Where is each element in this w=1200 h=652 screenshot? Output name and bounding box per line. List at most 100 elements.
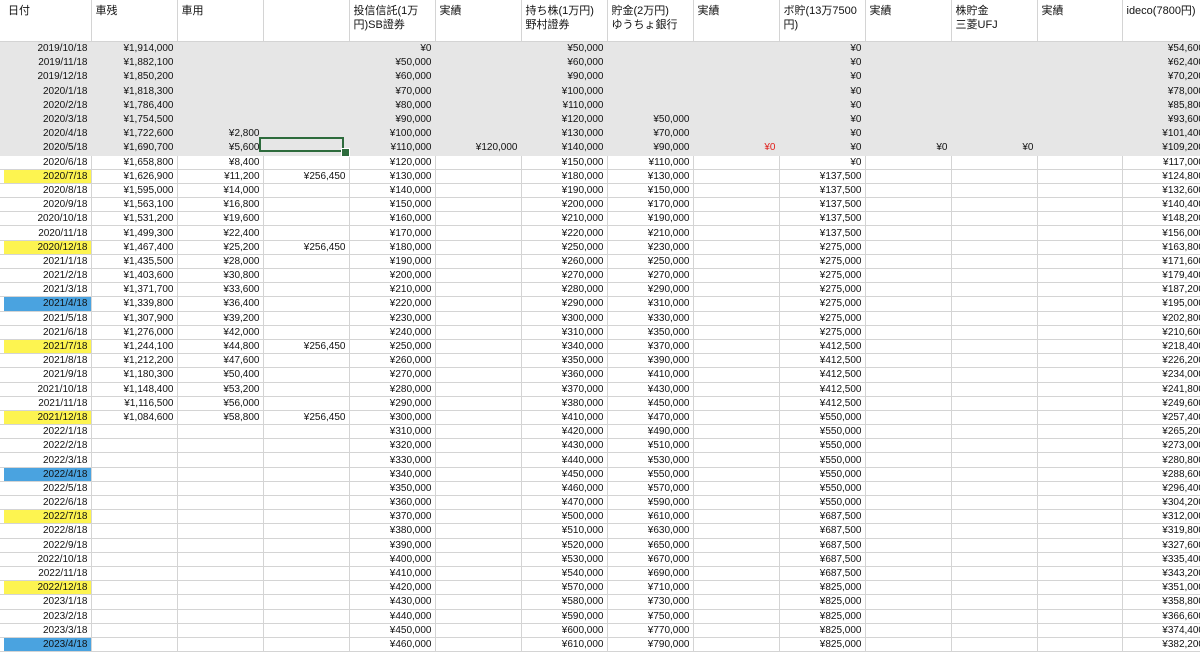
cell-date[interactable]: 2021/10/18: [4, 382, 92, 397]
cell-car-balance[interactable]: ¥1,084,600: [91, 410, 178, 426]
cell-savings-actual[interactable]: [693, 69, 780, 85]
cell-extra[interactable]: [263, 438, 350, 454]
cell-kabu[interactable]: [951, 538, 1038, 553]
cell-savings[interactable]: ¥350,000: [607, 325, 694, 340]
cell-ideco[interactable]: ¥124,800: [1122, 169, 1200, 184]
cell-bonus-actual[interactable]: [865, 268, 952, 284]
cell-trust-actual[interactable]: [435, 594, 522, 610]
cell-savings[interactable]: ¥150,000: [607, 183, 694, 199]
cell-trust-actual[interactable]: [435, 367, 522, 383]
cell-savings[interactable]: ¥310,000: [607, 296, 694, 312]
cell-ideco[interactable]: ¥241,800: [1122, 382, 1200, 397]
cell-trust-actual[interactable]: [435, 495, 522, 511]
cell-kabu-actual[interactable]: [1037, 637, 1123, 652]
cell-extra[interactable]: [263, 580, 350, 596]
cell-car-use[interactable]: ¥44,800: [177, 339, 264, 355]
cell-date[interactable]: 2022/9/18: [4, 538, 92, 553]
cell-savings-actual[interactable]: [693, 240, 780, 255]
cell-extra[interactable]: [263, 55, 350, 71]
cell-kabu[interactable]: [951, 410, 1038, 426]
cell-extra[interactable]: [263, 609, 350, 624]
cell-kabu-actual[interactable]: [1037, 268, 1123, 284]
cell-trust[interactable]: ¥70,000: [349, 84, 436, 99]
cell-trust-actual[interactable]: [435, 552, 522, 567]
cell-kabu-actual[interactable]: [1037, 211, 1123, 227]
cell-extra[interactable]: [263, 367, 350, 383]
cell-ideco[interactable]: ¥187,200: [1122, 282, 1200, 298]
cell-kabu[interactable]: [951, 353, 1038, 369]
cell-savings-actual[interactable]: [693, 225, 780, 241]
cell-stock[interactable]: ¥300,000: [521, 311, 608, 326]
cell-bonus[interactable]: ¥0: [779, 126, 866, 142]
cell-savings[interactable]: ¥710,000: [607, 580, 694, 596]
cell-car-use[interactable]: [177, 594, 264, 610]
cell-stock[interactable]: ¥380,000: [521, 396, 608, 411]
cell-car-balance[interactable]: [91, 452, 178, 468]
cell-kabu[interactable]: [951, 240, 1038, 255]
cell-bonus-actual[interactable]: [865, 98, 952, 113]
cell-car-balance[interactable]: ¥1,914,000: [91, 41, 178, 57]
cell-ideco[interactable]: ¥195,000: [1122, 296, 1200, 312]
cell-car-balance[interactable]: ¥1,658,800: [91, 155, 178, 170]
cell-bonus-actual[interactable]: [865, 367, 952, 383]
cell-car-use[interactable]: [177, 609, 264, 624]
cell-bonus[interactable]: ¥687,500: [779, 509, 866, 525]
cell-savings[interactable]: ¥250,000: [607, 254, 694, 270]
cell-car-balance[interactable]: ¥1,467,400: [91, 240, 178, 255]
cell-stock[interactable]: ¥130,000: [521, 126, 608, 142]
cell-trust-actual[interactable]: [435, 538, 522, 553]
cell-trust-actual[interactable]: [435, 126, 522, 142]
cell-kabu[interactable]: [951, 623, 1038, 638]
cell-kabu[interactable]: ¥0: [951, 140, 1038, 156]
cell-car-balance[interactable]: ¥1,531,200: [91, 211, 178, 227]
cell-ideco[interactable]: ¥343,200: [1122, 566, 1200, 582]
cell-bonus[interactable]: ¥275,000: [779, 240, 866, 255]
cell-kabu-actual[interactable]: [1037, 580, 1123, 596]
cell-kabu[interactable]: [951, 339, 1038, 355]
cell-date[interactable]: 2020/4/18: [4, 126, 92, 142]
cell-kabu[interactable]: [951, 55, 1038, 71]
cell-trust[interactable]: ¥60,000: [349, 69, 436, 85]
cell-kabu[interactable]: [951, 126, 1038, 142]
cell-bonus[interactable]: ¥275,000: [779, 268, 866, 284]
cell-car-balance[interactable]: [91, 438, 178, 454]
cell-date[interactable]: 2021/7/18: [4, 339, 92, 355]
cell-ideco[interactable]: ¥234,000: [1122, 367, 1200, 383]
cell-extra[interactable]: [263, 424, 350, 440]
cell-car-use[interactable]: [177, 55, 264, 71]
cell-extra[interactable]: [263, 467, 350, 482]
cell-stock[interactable]: ¥540,000: [521, 566, 608, 582]
cell-trust-actual[interactable]: [435, 254, 522, 270]
cell-extra[interactable]: [263, 325, 350, 340]
cell-savings-actual[interactable]: [693, 367, 780, 383]
cell-savings-actual[interactable]: [693, 353, 780, 369]
cell-kabu-actual[interactable]: [1037, 225, 1123, 241]
cell-car-balance[interactable]: ¥1,371,700: [91, 282, 178, 298]
cell-extra[interactable]: [263, 382, 350, 397]
cell-car-balance[interactable]: [91, 538, 178, 553]
cell-savings[interactable]: ¥590,000: [607, 495, 694, 511]
cell-stock[interactable]: ¥210,000: [521, 211, 608, 227]
cell-kabu-actual[interactable]: [1037, 140, 1123, 156]
cell-kabu-actual[interactable]: [1037, 438, 1123, 454]
cell-savings[interactable]: ¥570,000: [607, 481, 694, 497]
cell-ideco[interactable]: ¥312,000: [1122, 509, 1200, 525]
cell-bonus-actual[interactable]: [865, 495, 952, 511]
cell-trust[interactable]: ¥80,000: [349, 98, 436, 113]
cell-kabu-actual[interactable]: [1037, 353, 1123, 369]
cell-trust-actual[interactable]: ¥120,000: [435, 140, 522, 156]
cell-car-use[interactable]: [177, 424, 264, 440]
cell-date[interactable]: 2021/6/18: [4, 325, 92, 340]
cell-car-balance[interactable]: ¥1,435,500: [91, 254, 178, 270]
cell-bonus[interactable]: ¥825,000: [779, 637, 866, 652]
cell-trust[interactable]: ¥340,000: [349, 467, 436, 482]
cell-savings-actual[interactable]: [693, 523, 780, 539]
cell-car-balance[interactable]: ¥1,499,300: [91, 225, 178, 241]
cell-extra[interactable]: [263, 296, 350, 312]
cell-bonus-actual[interactable]: [865, 126, 952, 142]
cell-savings[interactable]: ¥550,000: [607, 467, 694, 482]
cell-savings-actual[interactable]: [693, 155, 780, 170]
cell-extra[interactable]: [263, 509, 350, 525]
cell-bonus-actual[interactable]: [865, 452, 952, 468]
cell-car-balance[interactable]: ¥1,595,000: [91, 183, 178, 199]
